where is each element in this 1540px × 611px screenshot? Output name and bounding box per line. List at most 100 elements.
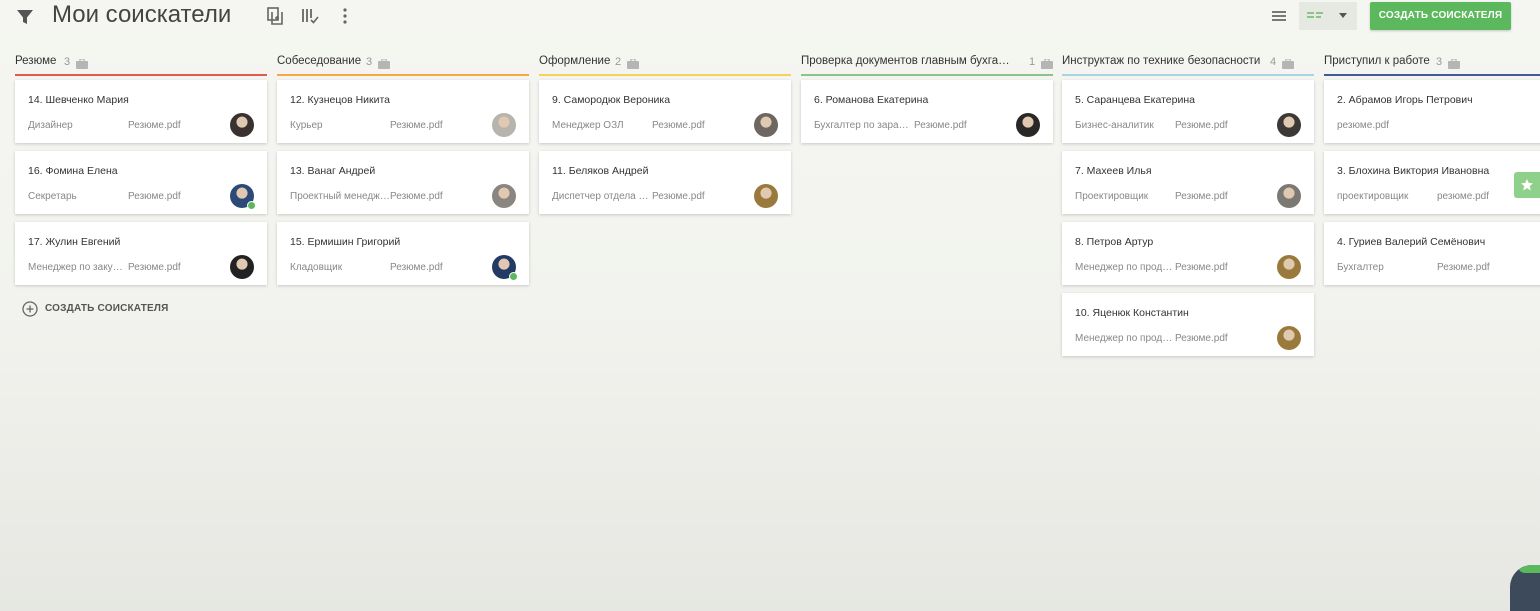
- card-list: 12. Кузнецов Никита Курьер Резюме.pdf 13. В…: [277, 80, 529, 285]
- briefcase-icon: [1448, 56, 1460, 69]
- column-0: Резюме 3 14. Шевченко Мария Дизайнер Резюме.…: [15, 54, 267, 293]
- candidate-name: 17. Жулин Евгений: [28, 236, 121, 248]
- card-list: 5. Саранцева Екатерина Бизнес-аналитик Рез…: [1062, 80, 1314, 356]
- avatar[interactable]: [1277, 113, 1301, 137]
- candidate-role: резюме.pdf: [1337, 120, 1389, 131]
- avatar[interactable]: [492, 113, 516, 137]
- add-candidate-label: СОЗДАТЬ СОИСКАТЕЛЯ: [45, 303, 169, 314]
- chevron-down-icon: [1339, 13, 1347, 18]
- candidate-name: 7. Махеев Илья: [1075, 165, 1152, 177]
- resume-link[interactable]: Резюме.pdf: [1437, 262, 1490, 273]
- favorites-tab[interactable]: [1514, 172, 1540, 198]
- avatar[interactable]: [230, 255, 254, 279]
- column-header[interactable]: Оформление 2: [539, 54, 791, 76]
- candidate-card[interactable]: 3. Блохина Виктория Ивановна проектировщи…: [1324, 151, 1540, 214]
- candidate-name: 4. Гуриев Валерий Семёнович: [1337, 236, 1486, 248]
- avatar[interactable]: [754, 113, 778, 137]
- candidate-card[interactable]: 8. Петров Артур Менеджер по продажамРезюм…: [1062, 222, 1314, 285]
- avatar[interactable]: [230, 113, 254, 137]
- resume-link[interactable]: Резюме.pdf: [1175, 333, 1228, 344]
- column-header[interactable]: Инструктаж по технике безопасности 4: [1062, 54, 1314, 76]
- candidate-role: Проектный менеджер: [290, 191, 390, 202]
- candidate-card[interactable]: 2. Абрамов Игорь Петрович резюме.pdf: [1324, 80, 1540, 143]
- candidate-card[interactable]: 9. Самородюк Вероника Менеджер ОЗЛ Резюме.…: [539, 80, 791, 143]
- columns-check-icon[interactable]: [300, 6, 320, 26]
- create-candidate-button[interactable]: СОЗДАТЬ СОИСКАТЕЛЯ: [1370, 2, 1511, 30]
- candidate-card[interactable]: 10. Яценюк Константин Менеджер по продажа…: [1062, 293, 1314, 356]
- column-count: 1: [1029, 56, 1036, 68]
- board-view-icon: [1307, 12, 1323, 18]
- column-title: Резюме: [15, 55, 57, 67]
- candidate-role: Менеджер по закупкам: [28, 262, 128, 273]
- briefcase-icon: [1282, 56, 1294, 69]
- candidate-card[interactable]: 5. Саранцева Екатерина Бизнес-аналитик Рез…: [1062, 80, 1314, 143]
- candidate-card[interactable]: 12. Кузнецов Никита Курьер Резюме.pdf: [277, 80, 529, 143]
- candidate-name: 10. Яценюк Константин: [1075, 307, 1189, 319]
- briefcase-icon: [627, 56, 639, 69]
- resume-link[interactable]: Резюме.pdf: [390, 262, 443, 273]
- page-title: Мои соискатели: [52, 1, 232, 28]
- candidate-name: 15. Ермишин Григорий: [290, 236, 401, 248]
- column-2: Оформление 2 9. Самородюк Вероника Менеджер…: [539, 54, 791, 222]
- candidate-card[interactable]: 14. Шевченко Мария Дизайнер Резюме.pdf: [15, 80, 267, 143]
- chat-widget[interactable]: [1510, 565, 1540, 611]
- candidate-role: Курьер: [290, 120, 323, 131]
- column-header[interactable]: Резюме 3: [15, 54, 267, 76]
- resume-link[interactable]: Резюме.pdf: [128, 262, 181, 273]
- list-view-icon[interactable]: [1268, 6, 1290, 26]
- column-5: Приступил к работе 3 2. Абрамов Игорь Петр…: [1324, 54, 1540, 293]
- filter-icon[interactable]: [16, 8, 34, 26]
- resume-link[interactable]: Резюме.pdf: [652, 120, 705, 131]
- candidate-card[interactable]: 17. Жулин Евгений Менеджер по закупкам Рез…: [15, 222, 267, 285]
- resume-link[interactable]: Резюме.pdf: [1175, 191, 1228, 202]
- column-count: 3: [64, 56, 71, 68]
- avatar[interactable]: [1016, 113, 1040, 137]
- resume-link[interactable]: Резюме.pdf: [390, 120, 443, 131]
- online-status-dot: [247, 201, 256, 210]
- column-title: Приступил к работе: [1324, 55, 1430, 67]
- resume-link[interactable]: Резюме.pdf: [1175, 262, 1228, 273]
- briefcase-icon: [378, 56, 390, 69]
- column-header[interactable]: Приступил к работе 3: [1324, 54, 1540, 76]
- column-header[interactable]: Собеседование 3: [277, 54, 529, 76]
- resume-link[interactable]: Резюме.pdf: [390, 191, 443, 202]
- candidate-name: 5. Саранцева Екатерина: [1075, 94, 1195, 106]
- more-vert-icon[interactable]: [335, 6, 355, 26]
- avatar[interactable]: [492, 184, 516, 208]
- briefcase-icon: [76, 56, 88, 69]
- candidate-card[interactable]: 11. Беляков Андрей Диспетчер отдела логис…: [539, 151, 791, 214]
- column-title: Инструктаж по технике безопасности: [1062, 55, 1261, 67]
- resume-link[interactable]: Резюме.pdf: [128, 191, 181, 202]
- avatar[interactable]: [1277, 184, 1301, 208]
- board-view-toggle[interactable]: [1299, 2, 1357, 30]
- star-icon: [1521, 179, 1533, 191]
- candidate-role: Дизайнер: [28, 120, 73, 131]
- card-list: 6. Романова Екатерина Бухгалтер по зарабо…: [801, 80, 1053, 143]
- candidate-card[interactable]: 15. Ермишин Григорий Кладовщик Резюме.pdf: [277, 222, 529, 285]
- candidate-card[interactable]: 6. Романова Екатерина Бухгалтер по зарабо…: [801, 80, 1053, 143]
- column-title: Собеседование: [277, 55, 362, 67]
- copy-icon[interactable]: [265, 6, 285, 26]
- resume-link[interactable]: Резюме.pdf: [914, 120, 967, 131]
- candidate-role: Менеджер по продажам: [1075, 262, 1175, 273]
- online-status-dot: [509, 272, 518, 281]
- avatar[interactable]: [754, 184, 778, 208]
- column-4: Инструктаж по технике безопасности 4 5. Са…: [1062, 54, 1314, 364]
- column-count: 4: [1270, 56, 1277, 68]
- resume-link[interactable]: Резюме.pdf: [1175, 120, 1228, 131]
- column-header[interactable]: Проверка документов главным бухгалтером 1: [801, 54, 1053, 76]
- resume-link[interactable]: Резюме.pdf: [128, 120, 181, 131]
- resume-link[interactable]: Резюме.pdf: [652, 191, 705, 202]
- resume-link[interactable]: резюме.pdf: [1437, 191, 1489, 202]
- candidate-role: Проектировщик: [1075, 191, 1149, 202]
- column-3: Проверка документов главным бухгалтером 1…: [801, 54, 1053, 151]
- avatar[interactable]: [1277, 326, 1301, 350]
- column-1: Собеседование 3 12. Кузнецов Никита Курьер Р…: [277, 54, 529, 293]
- candidate-name: 14. Шевченко Мария: [28, 94, 129, 106]
- column-count: 3: [366, 56, 373, 68]
- candidate-card[interactable]: 16. Фомина Елена Секретарь Резюме.pdf: [15, 151, 267, 214]
- candidate-card[interactable]: 4. Гуриев Валерий Семёнович Бухгалтер Резю…: [1324, 222, 1540, 285]
- candidate-card[interactable]: 7. Махеев Илья Проектировщик Резюме.pdf: [1062, 151, 1314, 214]
- candidate-card[interactable]: 13. Ванаг Андрей Проектный менеджер Резюме…: [277, 151, 529, 214]
- avatar[interactable]: [1277, 255, 1301, 279]
